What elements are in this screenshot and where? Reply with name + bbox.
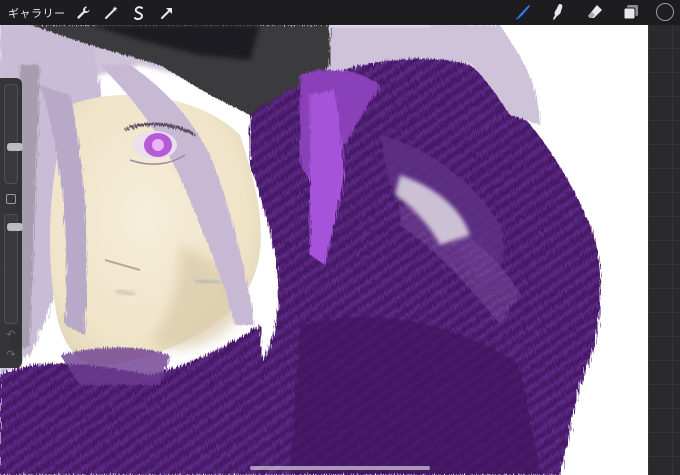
opacity-slider[interactable] — [4, 214, 23, 324]
brush-icon — [516, 5, 530, 20]
brush-size-slider[interactable] — [4, 84, 23, 184]
brush-button[interactable] — [512, 1, 534, 23]
wrench-icon — [76, 6, 89, 19]
home-indicator[interactable] — [250, 466, 430, 470]
selection-button[interactable] — [128, 2, 150, 24]
eraser-button[interactable] — [584, 1, 606, 23]
color-picker-button[interactable] — [656, 3, 674, 21]
actions-toolbar — [72, 2, 178, 24]
smudge-button[interactable] — [548, 1, 570, 23]
eraser-icon — [588, 5, 602, 18]
undo-button[interactable]: ↶ — [4, 328, 18, 341]
brush-size-thumb[interactable] — [7, 143, 23, 151]
transform-button[interactable] — [156, 2, 178, 24]
opacity-thumb[interactable] — [7, 223, 23, 231]
top-toolbar: ギャラリー — [0, 0, 680, 25]
adjustments-button[interactable] — [100, 2, 122, 24]
layers-button[interactable] — [620, 1, 642, 23]
selection-icon — [133, 5, 143, 20]
magic-wand-icon — [104, 5, 117, 19]
drawing-canvas[interactable] — [0, 25, 648, 475]
smudge-icon — [553, 4, 563, 20]
artwork — [0, 25, 601, 475]
actions-button[interactable] — [72, 2, 94, 24]
modify-button[interactable] — [6, 194, 16, 204]
gallery-button[interactable]: ギャラリー — [8, 5, 66, 21]
layers-icon — [623, 5, 638, 20]
redo-button[interactable]: ↷ — [4, 348, 18, 361]
painting-tools — [512, 1, 674, 23]
transform-arrow-icon — [160, 7, 172, 19]
left-sidebar: ↶ ↷ — [0, 78, 23, 368]
